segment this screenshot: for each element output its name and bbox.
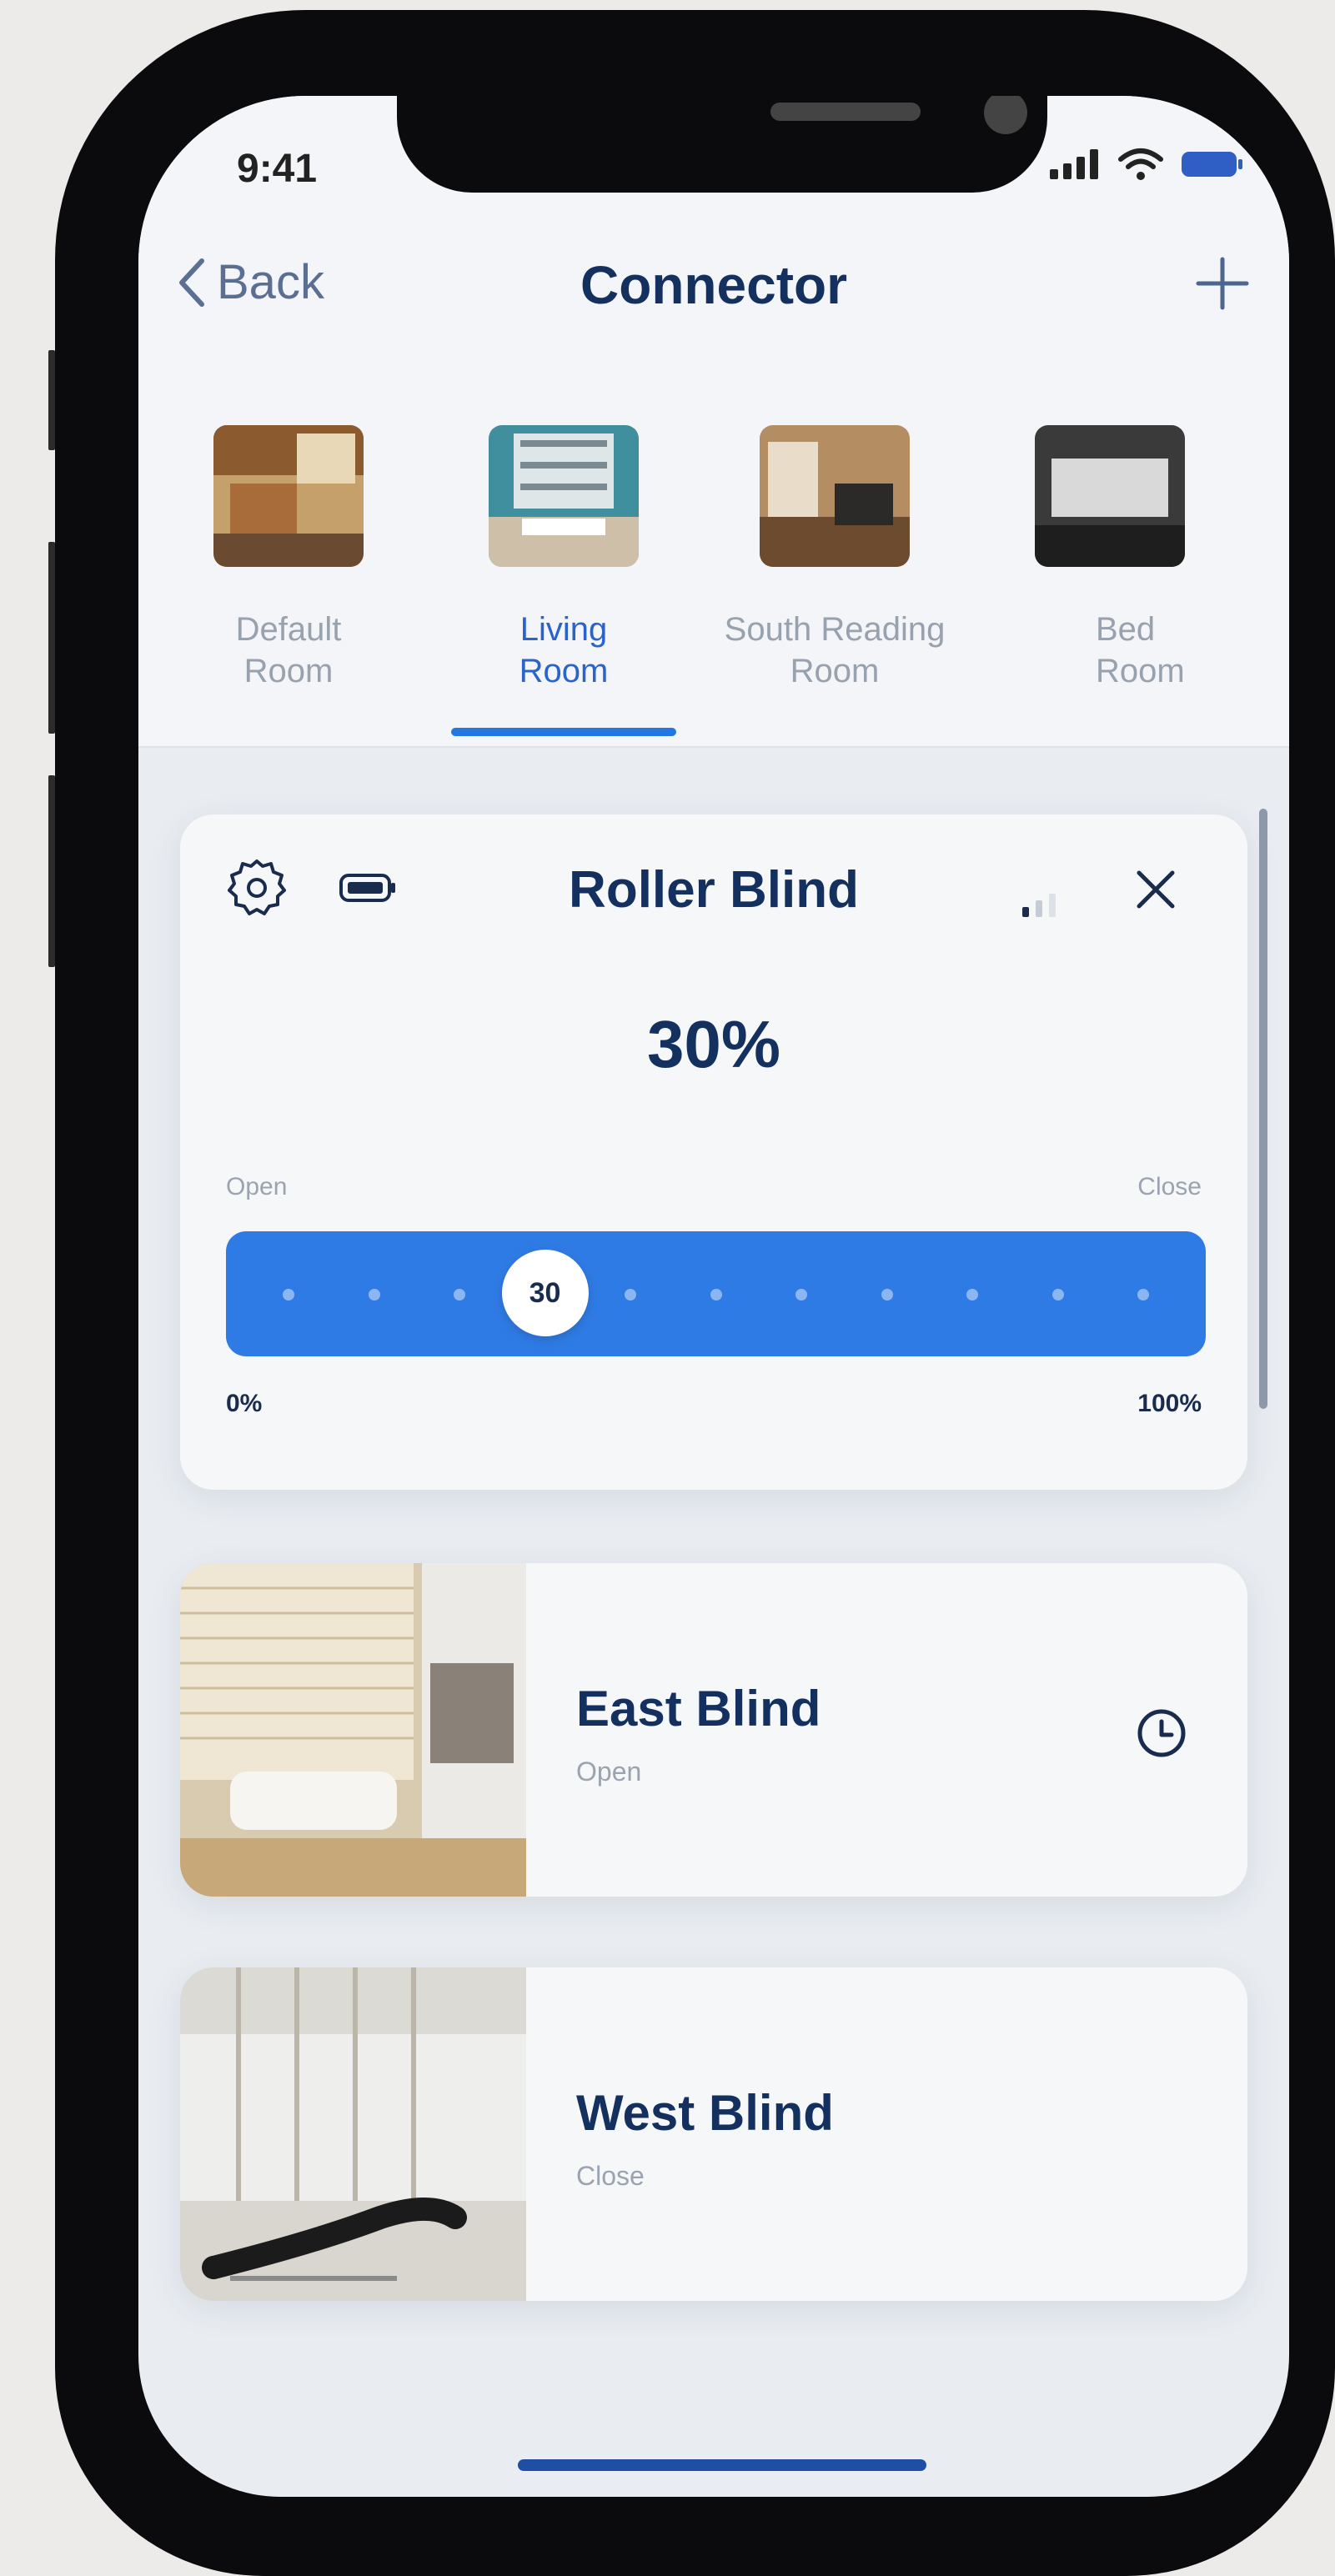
signal-icon bbox=[1022, 894, 1056, 917]
active-tab-indicator bbox=[451, 728, 676, 736]
home-indicator[interactable] bbox=[518, 2459, 926, 2471]
open-label: Open bbox=[226, 1173, 288, 1200]
slider-step-dot bbox=[454, 1289, 465, 1301]
scrollbar[interactable] bbox=[1259, 809, 1267, 1409]
signal-strength bbox=[1022, 885, 1072, 923]
slider-step-dot bbox=[368, 1289, 380, 1301]
blind-card-west[interactable]: West Blind Close bbox=[180, 1967, 1247, 2301]
slider-step-dot bbox=[881, 1289, 893, 1301]
room-label: South Reading Room bbox=[724, 611, 946, 689]
blind-state: Open bbox=[576, 1757, 642, 1787]
header-divider bbox=[138, 746, 1289, 748]
room-label: Default Room bbox=[235, 611, 342, 689]
blind-name: West Blind bbox=[576, 2085, 834, 2141]
schedule-button[interactable] bbox=[1135, 1706, 1188, 1764]
blind-photo bbox=[180, 1967, 526, 2301]
blind-state: Close bbox=[576, 2161, 645, 2191]
slider-max-label: 100% bbox=[1137, 1390, 1202, 1417]
blind-name: East Blind bbox=[576, 1681, 821, 1737]
blind-card-east[interactable]: East Blind Open bbox=[180, 1563, 1247, 1897]
slider-step-dot bbox=[966, 1289, 978, 1301]
battery-icon bbox=[1182, 152, 1242, 177]
room-thumbnail bbox=[1035, 425, 1185, 567]
slider-step-dot bbox=[625, 1289, 636, 1301]
speaker bbox=[770, 103, 921, 121]
side-button-mute bbox=[48, 350, 55, 450]
room-tab-south-reading-room[interactable]: South Reading Room bbox=[693, 425, 976, 692]
blind-photo bbox=[180, 1563, 526, 1897]
room-tabs: Default Room Living Room South Reading R… bbox=[138, 425, 1289, 775]
room-thumbnail bbox=[760, 425, 910, 567]
position-slider[interactable]: 30 bbox=[226, 1231, 1206, 1356]
slider-step-dot bbox=[283, 1289, 294, 1301]
clock-icon bbox=[1137, 1709, 1186, 1757]
room-thumbnail bbox=[489, 425, 639, 567]
room-tab-default-room[interactable]: Default Room bbox=[147, 425, 430, 692]
roller-blind-card: Roller Blind 30% Open Close 30 0% 100% bbox=[180, 814, 1247, 1490]
room-label: Living Room bbox=[519, 611, 609, 689]
room-tab-bed-room[interactable]: Bed Room bbox=[1016, 425, 1289, 692]
room-thumbnail bbox=[213, 425, 364, 567]
close-icon bbox=[1137, 870, 1175, 909]
position-percent: 30% bbox=[646, 1007, 781, 1081]
status-time: 9:41 bbox=[237, 147, 318, 191]
add-button[interactable] bbox=[1193, 254, 1252, 317]
plus-icon bbox=[1196, 257, 1249, 310]
slider-step-dot bbox=[795, 1289, 807, 1301]
front-camera bbox=[984, 96, 1027, 134]
slider-min-label: 0% bbox=[226, 1390, 263, 1417]
room-label: Bed Room bbox=[1096, 611, 1185, 689]
roller-blind-title: Roller Blind bbox=[569, 861, 859, 919]
signal-icon bbox=[1050, 149, 1098, 179]
slider-step-dot bbox=[1051, 1289, 1064, 1301]
notch bbox=[397, 96, 1047, 193]
close-label: Close bbox=[1137, 1173, 1202, 1200]
status-icons bbox=[1050, 148, 1243, 181]
close-button[interactable] bbox=[1131, 865, 1181, 919]
app-screen: 9:41 Back Connector Default Room Living … bbox=[138, 96, 1289, 2497]
slider-step-dot bbox=[710, 1289, 722, 1301]
side-button-volume-down bbox=[48, 775, 55, 967]
slider-step-dot bbox=[1137, 1289, 1149, 1301]
wifi-icon bbox=[1118, 148, 1163, 180]
page-title: Connector bbox=[580, 255, 847, 315]
room-tab-living-room[interactable]: Living Room bbox=[422, 425, 705, 692]
side-button-volume-up bbox=[48, 542, 55, 734]
slider-knob[interactable]: 30 bbox=[501, 1250, 589, 1336]
